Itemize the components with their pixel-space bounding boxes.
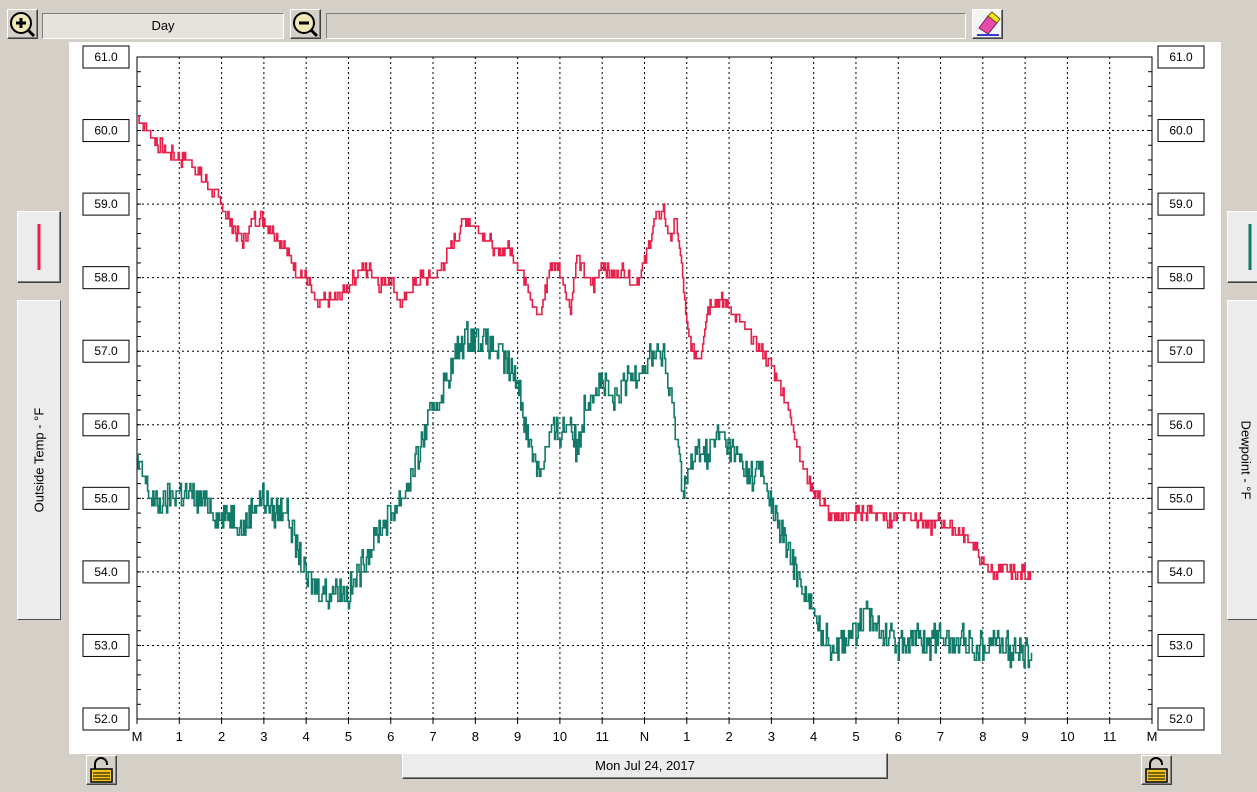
right-lock-button[interactable] xyxy=(1141,755,1172,785)
range-selector[interactable]: Day xyxy=(42,13,284,39)
x-tick-label: 6 xyxy=(895,729,902,744)
dewpoint-axis-label-button[interactable]: Dewpoint - °F xyxy=(1227,300,1257,620)
outside-temp-axis-label-button[interactable]: Outside Temp - °F xyxy=(17,300,61,620)
line-swatch-icon xyxy=(37,224,41,270)
x-tick-label: 8 xyxy=(472,729,479,744)
outside-temp-color-swatch[interactable] xyxy=(17,211,61,283)
y-tick-label-left: 55.0 xyxy=(94,491,118,505)
zoom-in-icon xyxy=(10,12,36,38)
x-tick-label: 10 xyxy=(553,729,567,744)
y-tick-label-left: 57.0 xyxy=(94,344,118,358)
y-tick-label-left: 60.0 xyxy=(94,124,118,138)
x-tick-label: 11 xyxy=(1103,729,1117,744)
y-tick-label-left: 59.0 xyxy=(94,197,118,211)
x-tick-label: M xyxy=(1147,729,1158,744)
unlocked-padlock-icon xyxy=(1145,757,1168,783)
x-tick-label: 8 xyxy=(979,729,986,744)
zoom-out-button[interactable] xyxy=(290,9,321,39)
zoom-in-button[interactable] xyxy=(7,9,38,39)
x-tick-label: 3 xyxy=(768,729,775,744)
x-tick-label: 9 xyxy=(1022,729,1029,744)
y-tick-label-left: 53.0 xyxy=(94,638,118,652)
y-tick-label-right: 55.0 xyxy=(1169,491,1193,505)
x-tick-label: 1 xyxy=(176,729,183,744)
x-tick-label: 3 xyxy=(260,729,267,744)
x-tick-label: 1 xyxy=(683,729,690,744)
y-tick-label-right: 54.0 xyxy=(1169,565,1193,579)
x-tick-label: 6 xyxy=(387,729,394,744)
x-tick-label: M xyxy=(132,729,143,744)
x-tick-label: N xyxy=(640,729,649,744)
y-tick-label-left: 61.0 xyxy=(94,50,118,64)
dewpoint-axis-label: Dewpoint - °F xyxy=(1238,420,1254,500)
x-tick-label: 7 xyxy=(937,729,944,744)
y-tick-label-left: 54.0 xyxy=(94,565,118,579)
y-tick-label-right: 57.0 xyxy=(1169,344,1193,358)
date-label: Mon Jul 24, 2017 xyxy=(595,758,695,773)
outside-temp-series-line xyxy=(137,115,1032,580)
x-tick-label: 5 xyxy=(345,729,352,744)
x-tick-label: 4 xyxy=(810,729,817,744)
left-lock-button[interactable] xyxy=(86,755,117,785)
y-tick-label-right: 53.0 xyxy=(1169,638,1193,652)
dewpoint-color-swatch[interactable] xyxy=(1227,211,1257,283)
outside-temp-axis-label: Outside Temp - °F xyxy=(31,407,47,513)
chart-svg[interactable]: 61.0 61.0 60.0 60.0 59.0 59.0 58.0 58.0 57.0 57.0… xyxy=(69,42,1221,754)
line-swatch-icon xyxy=(1248,224,1252,270)
x-tick-label: 11 xyxy=(595,729,609,744)
x-tick-label: 10 xyxy=(1060,729,1074,744)
x-tick-label: 4 xyxy=(303,729,310,744)
y-tick-label-right: 58.0 xyxy=(1169,271,1193,285)
info-bar xyxy=(326,13,966,39)
y-tick-label-left: 52.0 xyxy=(94,712,118,726)
x-tick-label: 7 xyxy=(429,729,436,744)
x-tick-label: 5 xyxy=(852,729,859,744)
y-tick-label-right: 61.0 xyxy=(1169,50,1193,64)
x-tick-label: 9 xyxy=(514,729,521,744)
x-tick-label: 2 xyxy=(218,729,225,744)
y-tick-label-right: 60.0 xyxy=(1169,124,1193,138)
y-tick-label-right: 56.0 xyxy=(1169,418,1193,432)
dewpoint-series-line xyxy=(137,321,1033,669)
y-tick-label-right: 59.0 xyxy=(1169,197,1193,211)
eraser-icon xyxy=(977,11,1001,36)
marker-button[interactable] xyxy=(972,9,1003,39)
x-tick-label: 2 xyxy=(725,729,732,744)
chart-area[interactable]: 61.0 61.0 60.0 60.0 59.0 59.0 58.0 58.0 57.0 57.0… xyxy=(69,42,1221,754)
zoom-out-icon xyxy=(293,12,319,38)
y-tick-label-right: 52.0 xyxy=(1169,712,1193,726)
y-tick-label-left: 56.0 xyxy=(94,418,118,432)
y-tick-label-left: 58.0 xyxy=(94,271,118,285)
unlocked-padlock-icon xyxy=(90,757,113,783)
date-navigator[interactable]: Mon Jul 24, 2017 xyxy=(402,753,888,779)
range-label: Day xyxy=(151,18,175,33)
